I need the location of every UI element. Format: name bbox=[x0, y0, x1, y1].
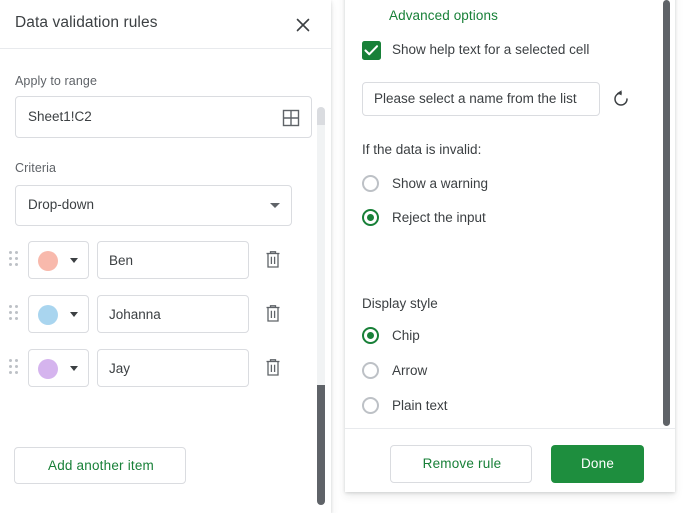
left-panel-scrollbar-cap bbox=[317, 107, 325, 125]
done-label: Done bbox=[580, 456, 615, 471]
left-panel-scrollbar-thumb[interactable] bbox=[317, 385, 325, 505]
remove-rule-label: Remove rule bbox=[422, 456, 502, 471]
grid-range-picker-icon[interactable] bbox=[282, 109, 300, 127]
chevron-down-icon bbox=[70, 312, 78, 317]
drag-handle-icon[interactable] bbox=[9, 305, 21, 323]
data-validation-rules-panel: Data validation rules Apply to range She… bbox=[0, 0, 331, 513]
remove-rule-button[interactable]: Remove rule bbox=[390, 445, 532, 483]
add-another-item-label: Add another item bbox=[47, 458, 154, 473]
radio-display-arrow[interactable]: Arrow bbox=[345, 357, 675, 391]
show-help-text-checkbox[interactable] bbox=[362, 41, 381, 60]
criteria-selected-value: Drop-down bbox=[28, 197, 95, 212]
chevron-down-icon bbox=[70, 258, 78, 263]
add-another-item-button[interactable]: Add another item bbox=[14, 447, 186, 484]
list-item: Johanna bbox=[0, 294, 331, 334]
refresh-icon[interactable] bbox=[611, 89, 631, 109]
checkmark-icon bbox=[364, 45, 379, 56]
radio-label: Plain text bbox=[392, 398, 448, 413]
advanced-options-body: Advanced options Show help text for a se… bbox=[345, 0, 675, 492]
trash-icon[interactable] bbox=[263, 303, 283, 325]
radio-display-chip[interactable]: Chip bbox=[345, 322, 675, 356]
panel-header: Data validation rules bbox=[0, 0, 331, 49]
trash-icon[interactable] bbox=[263, 357, 283, 379]
chevron-down-icon bbox=[270, 203, 280, 208]
display-style-label: Display style bbox=[362, 296, 438, 311]
radio-reject-input[interactable]: Reject the input bbox=[345, 204, 675, 238]
item-color-picker[interactable] bbox=[28, 241, 89, 279]
chevron-down-icon bbox=[70, 366, 78, 371]
list-item: Jay bbox=[0, 348, 331, 388]
range-value: Sheet1!C2 bbox=[28, 109, 92, 124]
item-value: Jay bbox=[109, 361, 131, 376]
item-value: Johanna bbox=[109, 307, 161, 322]
radio-indicator bbox=[362, 362, 379, 379]
help-text-input[interactable]: Please select a name from the list bbox=[362, 82, 600, 116]
help-text-value: Please select a name from the list bbox=[374, 91, 577, 106]
item-color-picker[interactable] bbox=[28, 295, 89, 333]
advanced-options-panel: Advanced options Show help text for a se… bbox=[345, 0, 675, 492]
panel-body: Apply to range Sheet1!C2 Criteria Drop-d… bbox=[0, 49, 331, 513]
radio-label: Show a warning bbox=[392, 176, 489, 191]
radio-label: Reject the input bbox=[392, 210, 486, 225]
item-value: Ben bbox=[109, 253, 134, 268]
radio-indicator bbox=[362, 209, 379, 226]
color-swatch bbox=[38, 251, 58, 271]
radio-indicator bbox=[362, 327, 379, 344]
drag-handle-icon[interactable] bbox=[9, 359, 21, 377]
radio-display-plain-text[interactable]: Plain text bbox=[345, 392, 675, 426]
radio-indicator bbox=[362, 175, 379, 192]
item-value-input[interactable]: Johanna bbox=[97, 295, 249, 333]
done-button[interactable]: Done bbox=[551, 445, 644, 483]
radio-indicator bbox=[362, 397, 379, 414]
radio-label: Arrow bbox=[392, 363, 428, 378]
right-panel-scrollbar-thumb[interactable] bbox=[663, 0, 670, 426]
drag-handle-icon[interactable] bbox=[9, 251, 21, 269]
apply-to-range-label: Apply to range bbox=[15, 74, 98, 88]
color-swatch bbox=[38, 305, 58, 325]
trash-icon[interactable] bbox=[263, 249, 283, 271]
item-value-input[interactable]: Ben bbox=[97, 241, 249, 279]
footer-divider bbox=[345, 428, 675, 429]
item-value-input[interactable]: Jay bbox=[97, 349, 249, 387]
screen: Data validation rules Apply to range She… bbox=[0, 0, 696, 513]
close-icon[interactable] bbox=[291, 13, 315, 37]
page-title: Data validation rules bbox=[15, 14, 158, 31]
advanced-options-title: Advanced options bbox=[389, 8, 498, 23]
radio-label: Chip bbox=[392, 328, 420, 343]
list-item: Ben bbox=[0, 240, 331, 280]
criteria-select[interactable]: Drop-down bbox=[15, 185, 292, 226]
invalid-data-label: If the data is invalid: bbox=[362, 142, 482, 157]
show-help-text-label: Show help text for a selected cell bbox=[392, 42, 590, 57]
criteria-label: Criteria bbox=[15, 161, 57, 175]
range-input[interactable]: Sheet1!C2 bbox=[15, 96, 312, 138]
item-color-picker[interactable] bbox=[28, 349, 89, 387]
color-swatch bbox=[38, 359, 58, 379]
radio-show-warning[interactable]: Show a warning bbox=[345, 170, 675, 204]
